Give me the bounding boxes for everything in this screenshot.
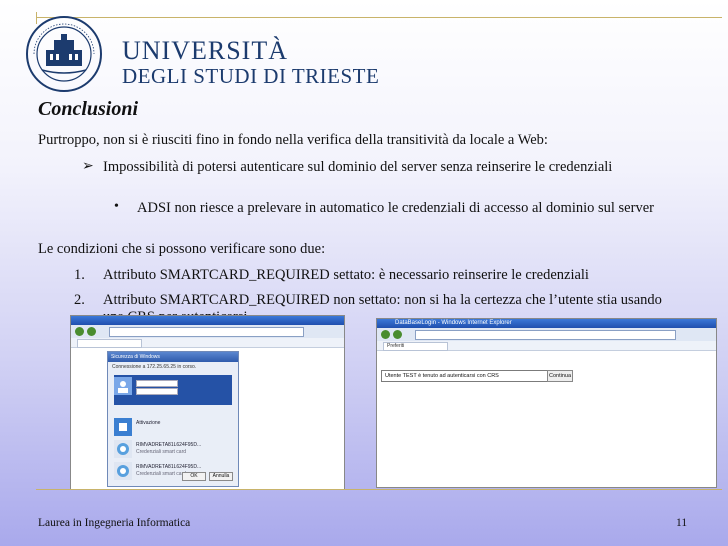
credential-item: RIMVADRETA81L624F95D... Credenziali smar…	[114, 438, 232, 460]
security-dialog: Sicurezza di Windows Connessione a 172.2…	[107, 351, 239, 487]
browser-tab: Preferiti	[383, 342, 448, 351]
browser-tab-strip	[71, 338, 344, 348]
footer-course: Laurea in Ingegneria Informatica	[38, 517, 191, 529]
screenshot-windows-security: Sicurezza di Windows Connessione a 172.2…	[70, 315, 345, 490]
browser-address-bar	[377, 328, 716, 342]
crs-message-field: Utente TEST è tenuto ad autenticarsi con…	[381, 370, 549, 382]
dialog-title: Sicurezza di Windows	[108, 352, 238, 362]
activation-icon	[114, 418, 132, 436]
back-icon	[381, 330, 390, 339]
credential-item: Attivazione	[114, 416, 232, 438]
user-tile-icon	[114, 377, 132, 395]
browser-title-bar: DataBaseLogin - Windows Internet Explore…	[377, 319, 716, 328]
condition-number: 1.	[74, 267, 85, 283]
credential-selected	[114, 375, 232, 405]
browser-title-bar	[71, 316, 344, 325]
conditions-intro: Le condizioni che si possono verificare …	[38, 241, 326, 257]
address-field	[415, 330, 676, 340]
dot-bullet-icon: •	[114, 199, 119, 214]
back-icon	[75, 327, 84, 336]
credential-label: RIMVADRETA81L624F95D...	[136, 442, 202, 448]
footer-rule	[36, 489, 722, 490]
continue-button: Continua	[547, 370, 573, 382]
university-name-line2: DEGLI STUDI DI TRIESTE	[122, 64, 380, 88]
forward-icon	[87, 327, 96, 336]
credential-sublabel: Credenziali smart card	[136, 449, 187, 455]
cancel-button: Annulla	[209, 472, 233, 481]
browser-tab	[77, 339, 142, 348]
dialog-subtitle: Connessione a 172.25.65.25 in corso.	[112, 364, 197, 370]
forward-icon	[393, 330, 402, 339]
address-field	[109, 327, 304, 337]
slide-title: Conclusioni	[38, 98, 139, 120]
arrow-bullet-icon: ➢	[82, 159, 94, 174]
browser-tab-strip: Preferiti	[377, 341, 716, 351]
smartcard-icon	[114, 440, 132, 458]
ok-button: OK	[182, 472, 206, 481]
screenshot-crs-message: DataBaseLogin - Windows Internet Explore…	[376, 318, 717, 488]
condition-number: 2.	[74, 292, 85, 308]
credential-label: Attivazione	[136, 420, 161, 426]
bullet-authentication: Impossibilità di potersi autenticare sul…	[103, 159, 613, 175]
university-seal-icon	[26, 16, 102, 92]
intro-text: Purtroppo, non si è riusciti fino in fon…	[38, 132, 548, 148]
page-number: 11	[676, 517, 688, 529]
username-field	[136, 380, 178, 387]
smartcard-icon	[114, 462, 132, 480]
university-logo: UNIVERSITÀ DEGLI STUDI DI TRIESTE	[24, 14, 384, 94]
university-name-line1: UNIVERSITÀ	[122, 36, 288, 65]
password-field	[136, 388, 178, 395]
condition-smartcard-set: Attributo SMARTCARD_REQUIRED settato: è …	[103, 267, 589, 283]
browser-address-bar	[71, 325, 344, 339]
dialog-buttons: OK Annulla	[179, 464, 233, 482]
bullet-adsi: ADSI non riesce a prelevare in automatic…	[137, 200, 654, 216]
